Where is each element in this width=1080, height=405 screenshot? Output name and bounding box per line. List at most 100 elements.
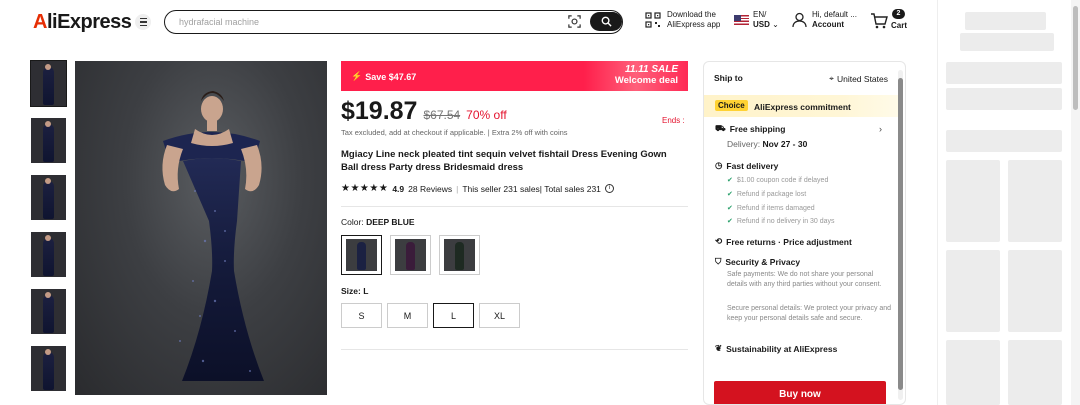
save-amount: ⚡ Save $47.67: [351, 71, 417, 82]
thumbnail-image[interactable]: [30, 60, 67, 107]
reviews-link[interactable]: 28 Reviews: [408, 184, 452, 194]
skeleton-block: [946, 340, 1000, 405]
info-icon[interactable]: i: [604, 184, 614, 193]
color-swatches: [341, 235, 480, 275]
chevron-down-icon: ⌄: [772, 20, 779, 29]
thumbnail-strip: [30, 60, 67, 403]
size-option-xl[interactable]: XL: [479, 303, 520, 328]
fast-delivery-item: ✔ $1.00 coupon code if delayed: [727, 176, 829, 185]
dress-model-image: [162, 91, 264, 381]
commitment-label: AliExpress commitment: [754, 102, 851, 112]
thumbnail-image[interactable]: [31, 232, 66, 277]
menu-icon[interactable]: [135, 14, 151, 30]
chevron-right-icon[interactable]: ›: [879, 124, 882, 134]
promo-banner: ⚡ Save $47.67 11.11 SALE Welcome deal: [341, 61, 688, 91]
shield-icon: ⛉: [715, 256, 722, 266]
search-input[interactable]: [179, 14, 549, 30]
skeleton-block: [960, 33, 1054, 51]
color-label: Color: DEEP BLUE: [341, 217, 415, 227]
skeleton-block: [946, 160, 1000, 242]
divider: [341, 206, 688, 207]
buy-now-button[interactable]: Buy now: [714, 381, 886, 404]
skeleton-block: [946, 88, 1062, 110]
size-label: Size: L: [341, 286, 369, 296]
thumbnail-image[interactable]: [31, 289, 66, 334]
rating-value: 4.9: [392, 183, 405, 194]
skeleton-block: [946, 62, 1062, 84]
panel-scrollbar[interactable]: [898, 70, 903, 400]
free-shipping-row[interactable]: ⛟ Free shipping: [715, 123, 785, 135]
delivery-estimate: Delivery: Nov 27 - 30: [727, 139, 808, 149]
sale-badge: 11.11 SALE Welcome deal: [614, 64, 678, 86]
tax-note: Tax excluded, add at checkout if applica…: [341, 128, 568, 137]
color-swatch-green[interactable]: [439, 235, 480, 275]
security-privacy-row: ⛉ Security & Privacy: [715, 256, 801, 267]
thumbnail-image[interactable]: [31, 175, 66, 220]
skeleton-block: [946, 130, 1062, 152]
security-text-1: Safe payments: We do not share your pers…: [727, 271, 882, 288]
account-label: Account: [812, 20, 844, 29]
cart-icon: [871, 13, 888, 29]
clock-icon: ◷: [715, 160, 723, 170]
ship-to-label: Ship to: [714, 73, 743, 83]
choice-badge: Choice: [715, 100, 748, 111]
rating-row[interactable]: ★★★★★ 4.9 28 Reviews | This seller 231 s…: [341, 183, 614, 194]
original-price: $67.54: [423, 108, 461, 122]
app-line2: AliExpress app: [667, 20, 721, 29]
price-row: $19.87 $67.54 70% off: [341, 97, 507, 126]
download-app-link[interactable]: Download the AliExpress app: [645, 10, 720, 30]
cart-count-badge: 2: [892, 9, 905, 19]
lightning-icon: ⚡: [351, 71, 363, 81]
fast-delivery-item: ✔ Refund if no delivery in 30 days: [727, 217, 835, 226]
product-page: AliExpress Download t: [0, 0, 1080, 405]
color-swatch-deep-blue[interactable]: [341, 235, 382, 275]
currency-label: USD: [753, 20, 770, 29]
lang-label: EN/: [753, 10, 767, 19]
camera-search-icon[interactable]: [567, 14, 582, 29]
leaf-icon: ❦: [715, 343, 723, 353]
search-bar: [164, 10, 623, 34]
free-returns-row[interactable]: ⟲ Free returns · Price adjustment: [715, 236, 852, 247]
sales-count: This seller 231 sales| Total sales 231: [462, 183, 601, 194]
discount-percent: 70% off: [466, 108, 507, 122]
fast-delivery-item: ✔ Refund if package lost: [727, 190, 807, 199]
color-swatch-purple[interactable]: [390, 235, 431, 275]
return-icon: ⟲: [715, 236, 723, 246]
window-scrollbar[interactable]: [1071, 0, 1080, 405]
size-option-m[interactable]: M: [387, 303, 428, 328]
user-icon: [792, 12, 807, 28]
current-price: $19.87: [341, 97, 418, 125]
top-header: AliExpress Download t: [0, 0, 930, 44]
language-currency-selector[interactable]: EN/USD ⌄: [734, 10, 779, 30]
security-text-2: Secure personal details: We protect your…: [727, 305, 892, 322]
us-flag-icon: [734, 15, 749, 25]
qr-code-icon: [645, 12, 661, 28]
product-title: Mgiacy Line neck pleated tint sequin vel…: [341, 149, 667, 173]
size-option-s[interactable]: S: [341, 303, 382, 328]
main-product-image[interactable]: [75, 61, 327, 395]
purchase-panel: Ship to ⌖ United States Choice AliExpres…: [703, 61, 906, 405]
size-options: S M L XL: [341, 303, 520, 328]
skeleton-block: [1008, 160, 1062, 242]
skeleton-block: [1008, 250, 1062, 332]
deal-ends-label: Ends :: [662, 116, 685, 125]
ship-to-selector[interactable]: ⌖ United States: [829, 73, 888, 84]
account-menu[interactable]: Hi, default ... Account: [792, 10, 857, 30]
loading-sidebar: [937, 0, 1080, 405]
location-pin-icon: ⌖: [829, 73, 834, 83]
aliexpress-logo[interactable]: AliExpress: [33, 11, 132, 34]
fast-delivery-item: ✔ Refund if items damaged: [727, 204, 815, 213]
skeleton-block: [965, 12, 1046, 30]
star-rating-icon: ★★★★★: [341, 183, 389, 194]
size-option-l[interactable]: L: [433, 303, 474, 328]
search-icon: [601, 16, 612, 27]
search-button[interactable]: [590, 12, 622, 31]
fast-delivery-row: ◷ Fast delivery: [715, 160, 779, 171]
thumbnail-image[interactable]: [31, 346, 66, 391]
skeleton-block: [946, 250, 1000, 332]
app-line1: Download the: [667, 10, 716, 19]
cart-label: Cart: [891, 21, 908, 30]
truck-icon: ⛟: [715, 123, 726, 133]
thumbnail-image[interactable]: [31, 118, 66, 163]
sustainability-link[interactable]: ❦ Sustainability at AliExpress: [715, 343, 837, 354]
